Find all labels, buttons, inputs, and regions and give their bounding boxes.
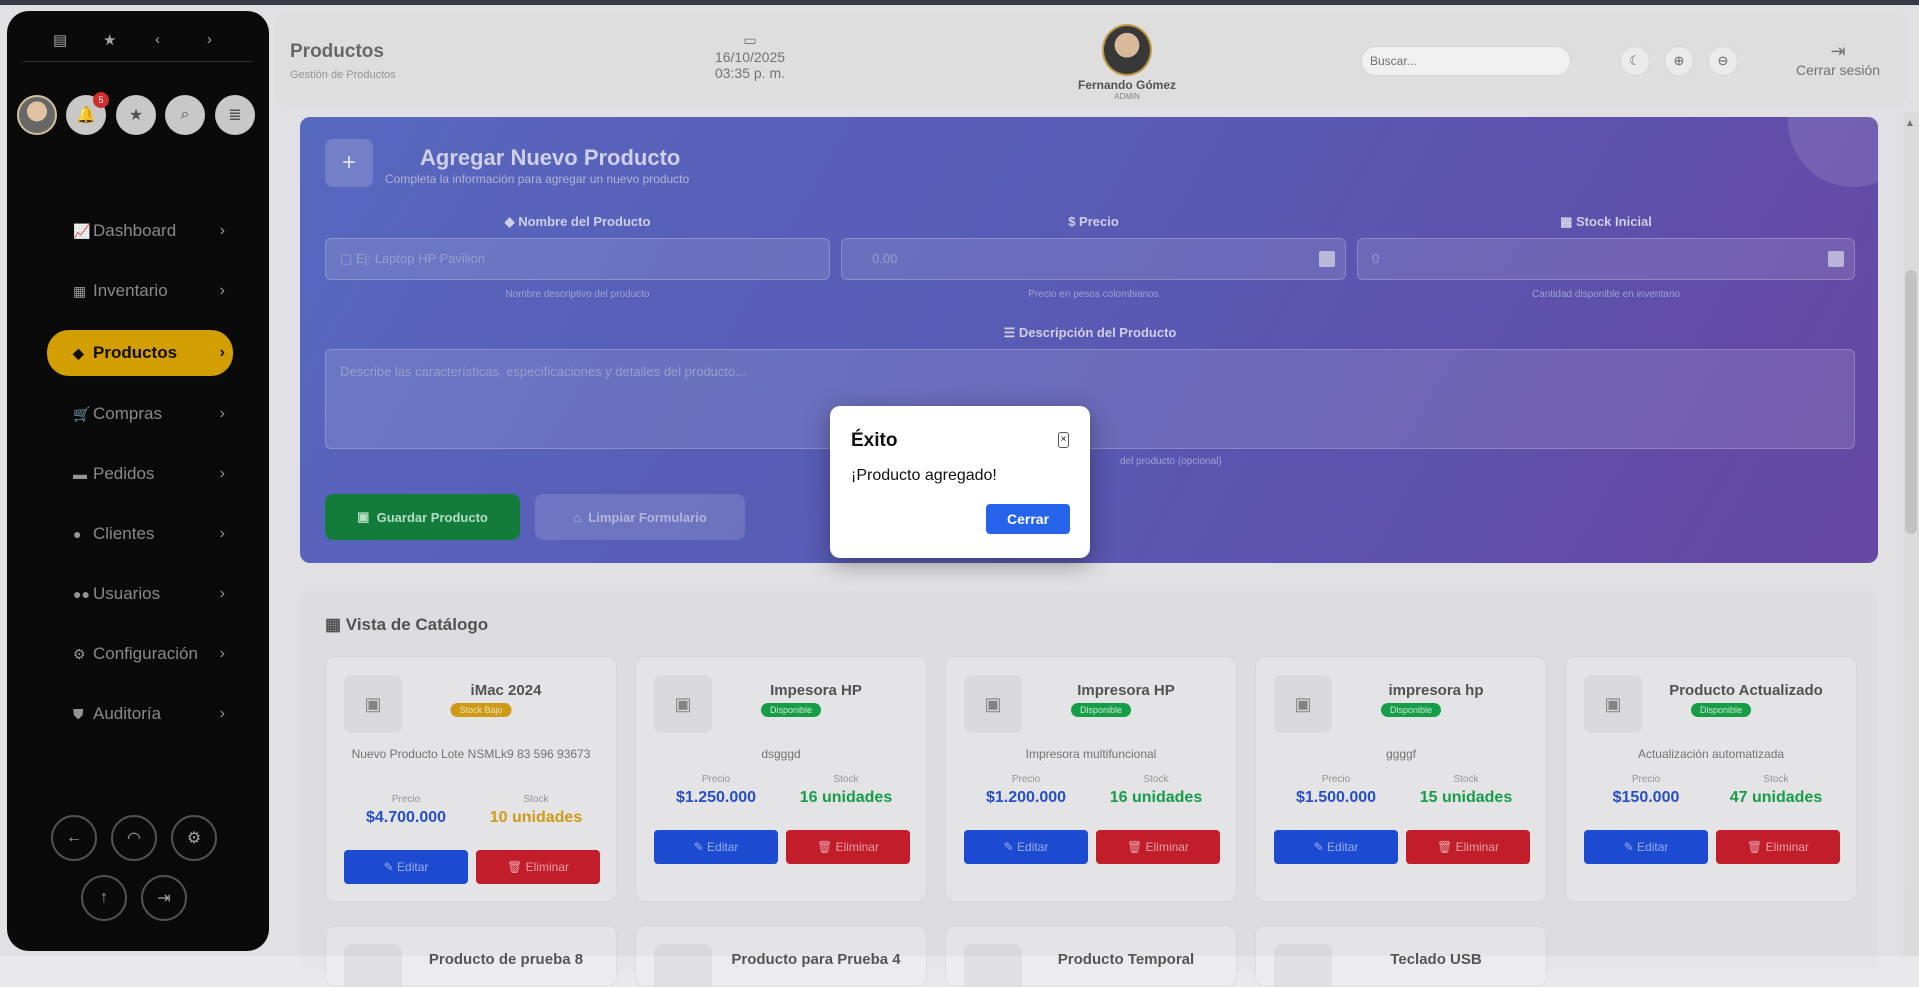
success-dialog: Éxito × ¡Producto agregado! Cerrar (830, 406, 1090, 558)
close-icon[interactable]: × (1058, 432, 1069, 448)
dialog-message: ¡Producto agregado! (851, 467, 997, 484)
dialog-title: Éxito (851, 430, 898, 451)
close-dialog-button[interactable]: Cerrar (986, 504, 1070, 534)
